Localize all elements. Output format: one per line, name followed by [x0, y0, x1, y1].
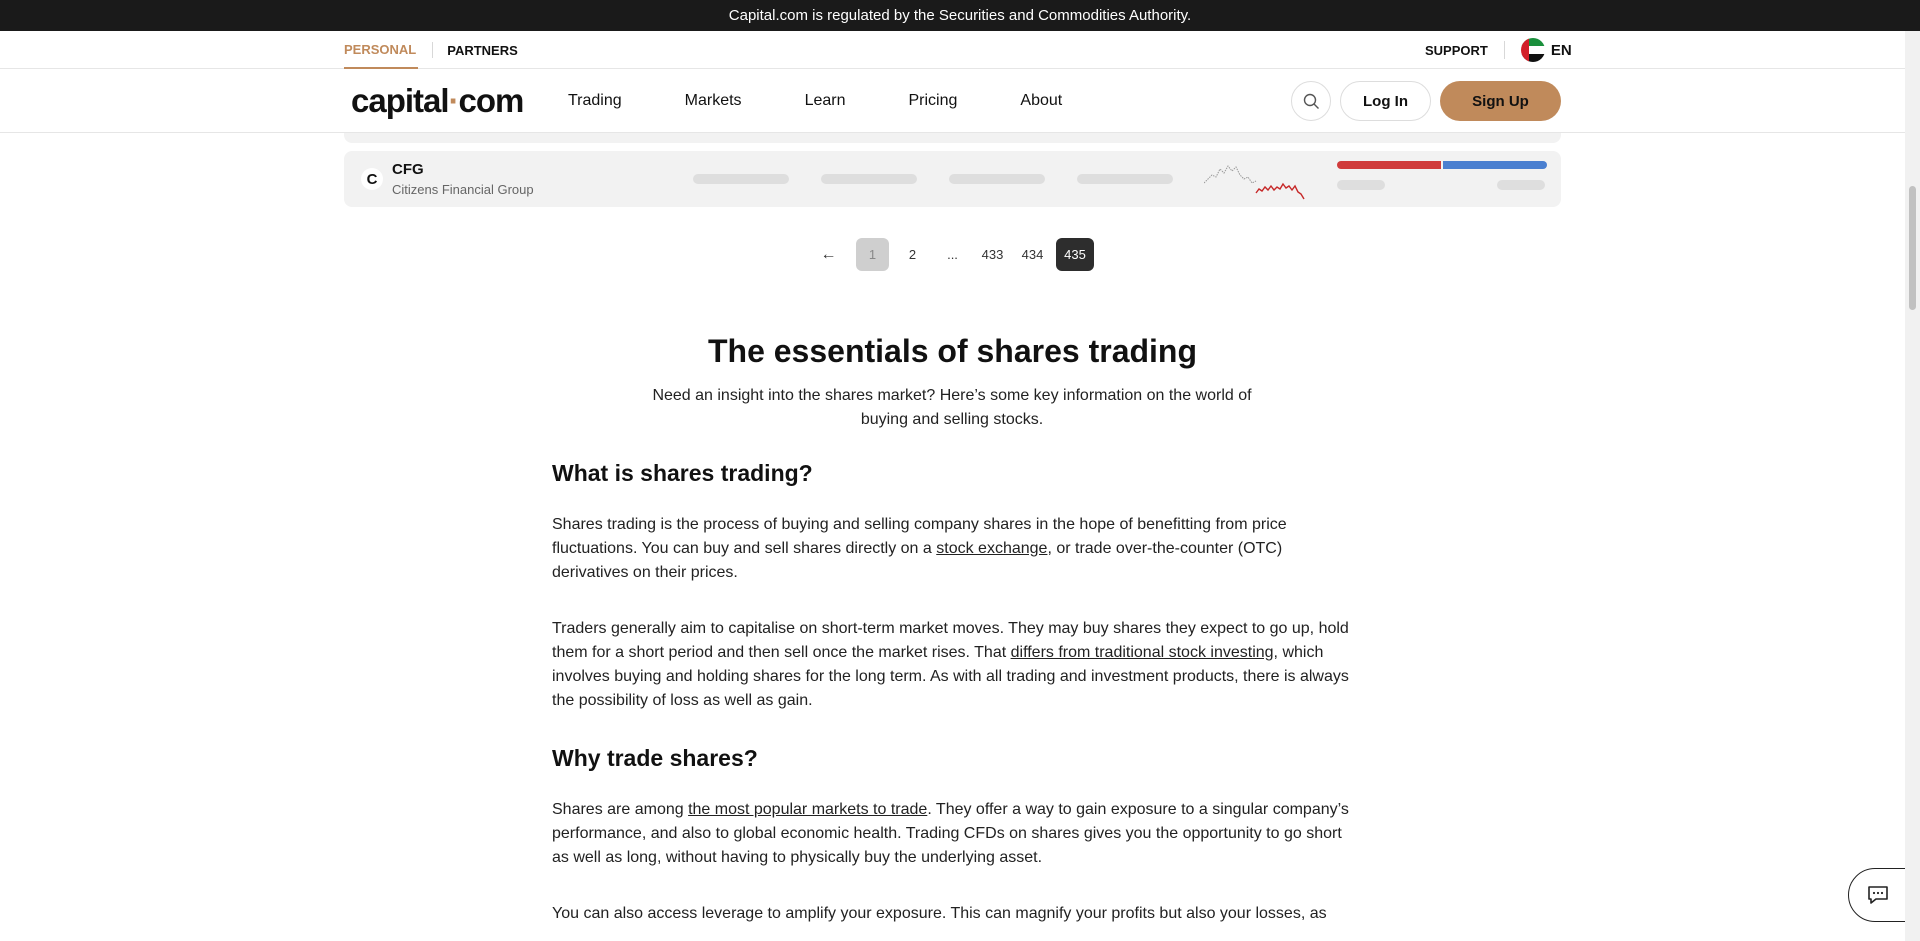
page-435-current[interactable]: 435: [1056, 238, 1094, 271]
chat-icon: [1868, 886, 1888, 904]
previous-page-arrow-icon[interactable]: ←: [812, 238, 845, 271]
buy-sentiment-bar: [1443, 161, 1547, 169]
audience-subnav: PERSONAL PARTNERS SUPPORT EN: [0, 31, 1905, 69]
support-link[interactable]: SUPPORT: [1425, 43, 1488, 58]
nav-learn[interactable]: Learn: [805, 92, 846, 110]
paragraph: Shares are among the most popular market…: [552, 801, 1349, 866]
popular-markets-link[interactable]: the most popular markets to trade: [688, 801, 927, 818]
price-sparkline: [1204, 165, 1305, 200]
uae-flag-icon: [1520, 38, 1545, 62]
article-body: What is shares trading? Shares trading i…: [552, 460, 1352, 941]
paragraph: Traders generally aim to capitalise on s…: [552, 620, 1349, 709]
page-434[interactable]: 434: [1016, 238, 1049, 271]
scrollbar-thumb[interactable]: [1909, 186, 1916, 310]
table-row[interactable]: [344, 133, 1561, 143]
page-433[interactable]: 433: [976, 238, 1009, 271]
page-2[interactable]: 2: [896, 238, 929, 271]
paragraph: Shares trading is the process of buying …: [552, 516, 1287, 581]
search-button[interactable]: [1291, 81, 1331, 121]
section-heading: Why trade shares?: [552, 745, 758, 771]
page-1[interactable]: 1: [856, 238, 889, 271]
article-subtitle: Need an insight into the shares market? …: [652, 387, 1252, 428]
nav-about[interactable]: About: [1020, 92, 1062, 110]
section-heading: What is shares trading?: [552, 460, 813, 486]
pagination: ← 1 2 ... 433 434 435: [812, 238, 1101, 271]
capital-com-logo[interactable]: capital·com: [351, 82, 524, 120]
divider: [1503, 41, 1505, 59]
nav-markets[interactable]: Markets: [685, 92, 742, 110]
divider: [432, 42, 434, 58]
tab-personal[interactable]: PERSONAL: [344, 31, 419, 69]
stock-investing-link[interactable]: differs from traditional stock investing: [1011, 644, 1274, 661]
stock-exchange-link[interactable]: stock exchange: [936, 540, 1047, 557]
language-label: EN: [1550, 41, 1572, 59]
nav-trading[interactable]: Trading: [568, 92, 622, 110]
company-name: Citizens Financial Group: [392, 182, 534, 197]
paragraph: You can also access leverage to amplify …: [552, 905, 1327, 922]
chat-button[interactable]: [1848, 868, 1908, 922]
nav-pricing[interactable]: Pricing: [908, 92, 957, 110]
article-title: The essentials of shares trading: [707, 333, 1198, 369]
signup-button[interactable]: Sign Up: [1440, 81, 1561, 121]
loading-placeholder: [949, 174, 1045, 184]
sell-sentiment-bar: [1337, 161, 1441, 169]
page-scrollbar[interactable]: [1905, 31, 1920, 941]
c-logo-icon: C: [361, 168, 383, 190]
loading-placeholder: [821, 174, 917, 184]
ticker-symbol: CFG: [392, 161, 424, 178]
loading-placeholder: [1497, 180, 1545, 190]
loading-placeholder: [1337, 180, 1385, 190]
login-button[interactable]: Log In: [1340, 81, 1431, 121]
loading-placeholder: [693, 174, 789, 184]
table-row[interactable]: C CFG Citizens Financial Group: [344, 151, 1561, 207]
tab-partners[interactable]: PARTNERS: [447, 43, 518, 58]
regulatory-notice: Capital.com is regulated by the Securiti…: [728, 7, 1192, 24]
page-ellipsis: ...: [947, 247, 958, 262]
search-icon: [1303, 93, 1319, 109]
regulatory-banner: Capital.com is regulated by the Securiti…: [0, 0, 1920, 31]
language-selector[interactable]: EN: [1520, 38, 1572, 62]
main-navigation: capital·com Trading Markets Learn Pricin…: [0, 69, 1905, 133]
loading-placeholder: [1077, 174, 1173, 184]
